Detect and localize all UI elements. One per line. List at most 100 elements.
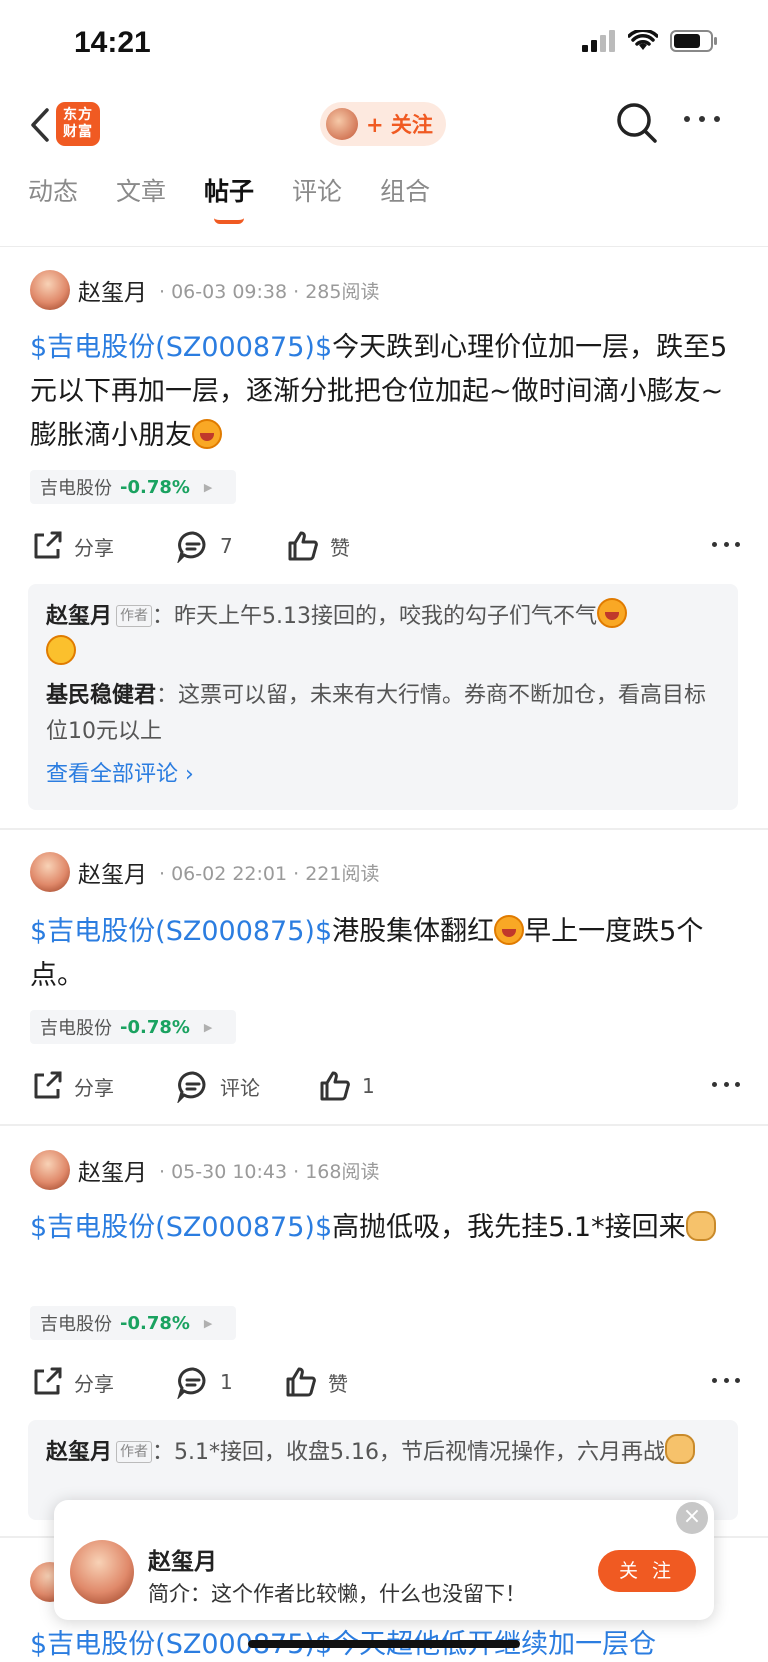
- more-dot-icon: [714, 116, 720, 122]
- like-label: 赞: [328, 1371, 348, 1396]
- view-all-comments-link[interactable]: 查看全部评论 ›: [46, 756, 720, 788]
- share-button[interactable]: 分享: [30, 529, 176, 563]
- home-indicator[interactable]: [248, 1640, 520, 1648]
- close-icon[interactable]: ×: [676, 1502, 708, 1534]
- post-meta: · 05-30 10:43 · 168阅读: [159, 1160, 380, 1183]
- post-divider: [0, 828, 768, 830]
- tab-dynamics[interactable]: 动态: [28, 172, 78, 228]
- post-actions: 分享 1 赞: [30, 1362, 740, 1402]
- avatar: [326, 108, 358, 140]
- post-meta: · 06-03 09:38 · 285阅读: [159, 280, 380, 303]
- triangle-right-icon: ▶: [203, 1316, 213, 1330]
- tab-bar: 动态 文章 帖子 评论 组合: [0, 172, 768, 244]
- comment-preview[interactable]: 赵玺月 作者 ：昨天上午5.13接回的，咬我的勾子们气不气 基民稳健君：这票可以留，…: [28, 584, 738, 810]
- stock-name: 吉电股份: [40, 1018, 112, 1039]
- comment-author[interactable]: 基民稳健君: [46, 683, 156, 708]
- more-dot-icon: [712, 1082, 717, 1087]
- post-author-row[interactable]: 赵玺月 · 05-30 10:43 · 168阅读: [30, 1150, 379, 1190]
- author-name[interactable]: 赵玺月: [78, 855, 147, 889]
- stock-change: -0.78%: [120, 1016, 190, 1038]
- stock-link[interactable]: $吉电股份(SZ000875)$: [30, 332, 332, 363]
- stock-tag[interactable]: 吉电股份 -0.78% ▶: [30, 470, 236, 504]
- back-button[interactable]: [22, 102, 58, 148]
- cat-emoji-icon: [665, 1434, 695, 1464]
- stock-change: -0.78%: [120, 476, 190, 498]
- tab-posts[interactable]: 帖子: [204, 172, 254, 228]
- like-button[interactable]: 赞: [284, 1365, 348, 1399]
- post-author-row[interactable]: 赵玺月 · 06-02 22:01 · 221阅读: [30, 852, 379, 892]
- post-body[interactable]: $吉电股份(SZ000875)$港股集体翻红 早上一度跌5个点。: [30, 910, 740, 998]
- signal-icon: [582, 30, 615, 52]
- post-more-button[interactable]: [712, 1082, 740, 1088]
- wifi-icon: [628, 30, 658, 50]
- tab-label: 评论: [292, 177, 343, 206]
- popup-author-name[interactable]: 赵玺月: [148, 1542, 217, 1576]
- post-more-button[interactable]: [712, 542, 740, 548]
- status-time: 14:21: [74, 26, 151, 59]
- tab-articles[interactable]: 文章: [116, 172, 166, 228]
- comment-count: 评论: [220, 1075, 260, 1100]
- like-count: 1: [362, 1074, 375, 1098]
- more-dot-icon: [699, 116, 705, 122]
- avatar[interactable]: [30, 852, 70, 892]
- comment-icon: [177, 1071, 206, 1103]
- more-dot-icon: [712, 542, 717, 547]
- share-button[interactable]: 分享: [30, 1069, 176, 1103]
- comment-item: 基民稳健君：这票可以留，未来有大行情。券商不断加仓，看高目标位10元以上: [46, 678, 720, 750]
- follow-button[interactable]: 关 注: [598, 1550, 696, 1592]
- more-dot-icon: [723, 1378, 729, 1383]
- comment-item: 赵玺月 作者 ：5.1*接回，收盘5.16，节后视情况操作，六月再战: [46, 1434, 720, 1471]
- comment-icon: [177, 531, 206, 563]
- more-button[interactable]: [684, 116, 720, 128]
- stock-tag[interactable]: 吉电股份 -0.78% ▶: [30, 1306, 236, 1340]
- share-button[interactable]: 分享: [30, 1365, 176, 1399]
- thumbs-up-icon: [320, 1071, 350, 1101]
- post-actions: 分享 评论 1: [30, 1066, 740, 1106]
- stock-tag[interactable]: 吉电股份 -0.78% ▶: [30, 1010, 236, 1044]
- more-dot-icon: [684, 116, 690, 122]
- post-body[interactable]: $吉电股份(SZ000875)$高抛低吸，我先挂5.1*接回来: [30, 1206, 740, 1250]
- share-label: 分享: [74, 1371, 114, 1396]
- post-body[interactable]: $吉电股份(SZ000875)$今天跌到心理价位加一层，跌至5元以下再加一层，逐…: [30, 326, 740, 458]
- author-name[interactable]: 赵玺月: [78, 273, 147, 307]
- comment-author[interactable]: 赵玺月: [46, 1440, 112, 1465]
- avatar[interactable]: [30, 270, 70, 310]
- more-dot-icon: [735, 542, 740, 547]
- thumbs-up-icon: [286, 1367, 316, 1397]
- stock-link[interactable]: $吉电股份(SZ000875)$: [30, 1212, 332, 1243]
- tab-label: 动态: [28, 177, 79, 206]
- avatar[interactable]: [70, 1540, 134, 1604]
- tab-label: 帖子: [204, 177, 255, 206]
- laugh-emoji-icon: [597, 598, 628, 628]
- author-name[interactable]: 赵玺月: [78, 1153, 147, 1187]
- laugh-emoji-icon: [494, 915, 525, 945]
- post-meta: · 06-02 22:01 · 221阅读: [159, 862, 380, 885]
- follow-label: + 关注: [366, 113, 433, 137]
- comment-count: 7: [220, 534, 233, 558]
- tab-portfolio[interactable]: 组合: [380, 172, 430, 228]
- post-more-button[interactable]: [712, 1378, 740, 1384]
- tab-comments[interactable]: 评论: [292, 172, 342, 228]
- triangle-right-icon: ▶: [203, 1020, 213, 1034]
- like-button[interactable]: 1: [318, 1069, 375, 1103]
- avatar[interactable]: [30, 1150, 70, 1190]
- nav-bar: 东方 财富 + 关注: [0, 92, 768, 160]
- stock-name: 吉电股份: [40, 1314, 112, 1335]
- triangle-right-icon: ▶: [203, 480, 213, 494]
- share-icon: [34, 531, 62, 559]
- post-author-row[interactable]: 赵玺月 · 06-03 09:38 · 285阅读: [30, 270, 379, 310]
- stock-link[interactable]: $吉电股份(SZ000875)$: [30, 916, 332, 947]
- like-button[interactable]: 赞: [286, 529, 350, 563]
- follow-author-popup: 赵玺月 简介：这个作者比较懒，什么也没留下！ 关 注 ×: [54, 1500, 714, 1620]
- comment-button[interactable]: 1: [176, 1365, 284, 1399]
- search-button[interactable]: [614, 100, 660, 146]
- comment-author[interactable]: 赵玺月: [46, 604, 112, 629]
- cat-emoji-icon: [685, 1211, 716, 1241]
- follow-pill-button[interactable]: + 关注: [320, 102, 446, 146]
- chevron-left-icon: [31, 108, 49, 142]
- comment-text: ：昨天上午5.13接回的，咬我的勾子们气不气: [152, 604, 598, 629]
- comment-button[interactable]: 评论: [176, 1069, 318, 1103]
- share-label: 分享: [74, 535, 114, 560]
- comment-text: ：5.1*接回，收盘5.16，节后视情况操作，六月再战: [152, 1440, 665, 1465]
- comment-button[interactable]: 7: [176, 529, 286, 563]
